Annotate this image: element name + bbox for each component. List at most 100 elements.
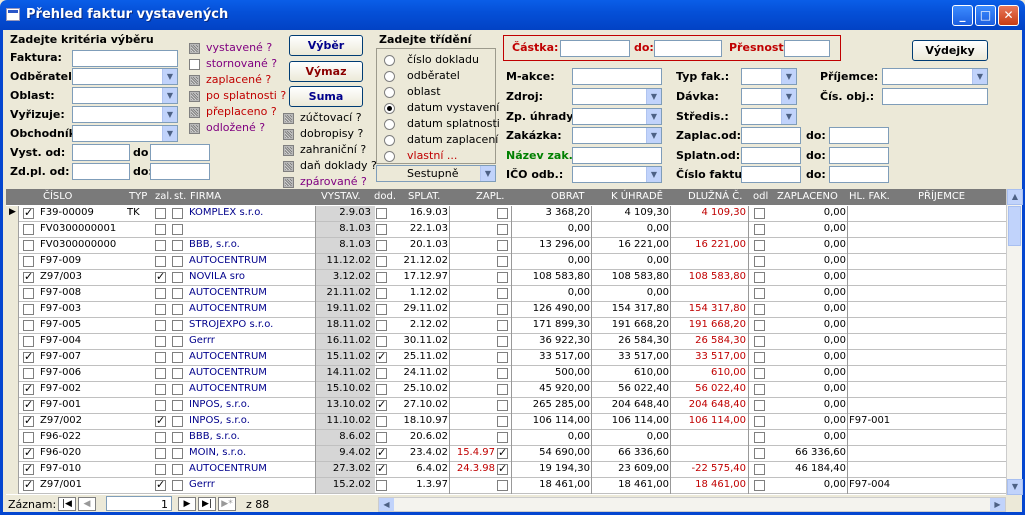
cell-zapl[interactable] xyxy=(451,479,495,493)
cell-splat[interactable]: 27.10.02 xyxy=(394,399,448,413)
cell-k-uhrade[interactable]: 66 336,60 xyxy=(593,447,669,461)
cell-zapl-checkbox[interactable] xyxy=(497,320,508,331)
cell-dod-checkbox[interactable] xyxy=(376,368,387,379)
cell-hl-fak[interactable] xyxy=(849,399,915,413)
cell-zapl-checkbox[interactable] xyxy=(497,208,508,219)
cell-k-uhrade[interactable]: 23 609,00 xyxy=(593,463,669,477)
cell-splat[interactable]: 16.9.03 xyxy=(394,207,448,221)
cell-zapl[interactable] xyxy=(451,239,495,253)
cell-zapl-checkbox[interactable] xyxy=(497,384,508,395)
cell-cislo[interactable]: F39-00009 xyxy=(40,207,122,221)
cell-dluzna[interactable] xyxy=(672,447,746,461)
cell-zal-checkbox[interactable] xyxy=(155,270,166,283)
row-selector[interactable] xyxy=(6,366,19,382)
castka-input[interactable] xyxy=(560,40,630,57)
cell-zapl-checkbox[interactable] xyxy=(497,288,508,299)
sort-radio-datum-splatnosti[interactable] xyxy=(384,119,395,130)
cell-cislo[interactable]: F97-008 xyxy=(40,287,122,301)
cell-cislo[interactable]: F97-001 xyxy=(40,399,122,413)
cell-vystav[interactable]: 21.11.02 xyxy=(316,287,371,301)
cell-odl-checkbox[interactable] xyxy=(754,288,765,299)
row-selector[interactable]: ▶ xyxy=(6,206,19,222)
cell-odl-checkbox[interactable] xyxy=(754,464,765,475)
cell-k-uhrade[interactable]: 26 584,30 xyxy=(593,335,669,349)
table-row[interactable]: Z97/003 NOVILA sro3.12.02 17.12.97 108 583,… xyxy=(6,270,1006,286)
cell-zapl-checkbox[interactable] xyxy=(497,336,508,347)
cell-typ[interactable] xyxy=(127,239,151,253)
cell-splat[interactable]: 24.11.02 xyxy=(394,367,448,381)
cell-odl-checkbox[interactable] xyxy=(754,336,765,347)
cell-vystav[interactable]: 9.4.02 xyxy=(316,447,371,461)
cell-k-uhrade[interactable]: 204 648,40 xyxy=(593,399,669,413)
cell-odl-checkbox[interactable] xyxy=(754,256,765,267)
chevron-down-icon[interactable]: ▼ xyxy=(162,88,177,103)
chevron-down-icon[interactable]: ▼ xyxy=(781,69,796,84)
cell-dluzna[interactable]: 108 583,80 xyxy=(672,271,746,285)
cell-typ[interactable] xyxy=(127,399,151,413)
chevron-down-icon[interactable]: ▼ xyxy=(646,109,661,124)
scroll-left-icon[interactable]: ◀ xyxy=(379,498,394,511)
row-selector[interactable] xyxy=(6,222,19,238)
zaplacene-checkbox[interactable] xyxy=(189,75,200,86)
cell-vystav[interactable]: 2.9.03 xyxy=(316,207,371,221)
zaplac-od-input[interactable] xyxy=(741,127,801,144)
cell-zapl-checkbox[interactable] xyxy=(497,462,508,475)
table-row[interactable]: F96-022 BBB, s.r.o. 8.6.02 20.6.02 0,00 0,00 0… xyxy=(6,430,1006,446)
col-k-uhrade[interactable]: K ÚHRADĚ xyxy=(611,191,663,202)
col-vystav[interactable]: VYSTAV. xyxy=(321,191,361,202)
row-select-checkbox[interactable] xyxy=(23,350,34,363)
cell-hl-fak[interactable] xyxy=(849,367,915,381)
chevron-down-icon[interactable]: ▼ xyxy=(646,167,661,182)
cell-zal-checkbox[interactable] xyxy=(155,368,166,379)
prev-record-button[interactable]: ◀ xyxy=(78,497,96,511)
faktura-input[interactable] xyxy=(72,50,178,67)
cell-zapl[interactable] xyxy=(451,351,495,365)
zakazka-combo[interactable]: ▼ xyxy=(572,127,662,144)
cell-dod-checkbox[interactable] xyxy=(376,350,387,363)
table-row[interactable]: F97-008 AUTOCENTRUM 21.11.02 1.12.02 0,00 0,0… xyxy=(6,286,1006,302)
cell-zaplaceno[interactable]: 0,00 xyxy=(772,239,846,253)
scroll-up-icon[interactable]: ▲ xyxy=(1007,189,1023,205)
sort-direction-combo[interactable]: Sestupně ▼ xyxy=(376,165,496,182)
row-selector[interactable] xyxy=(6,238,19,254)
cell-dluzna[interactable]: 26 584,30 xyxy=(672,335,746,349)
row-selector[interactable] xyxy=(6,334,19,350)
cell-st-checkbox[interactable] xyxy=(172,448,183,459)
cell-k-uhrade[interactable]: 16 221,00 xyxy=(593,239,669,253)
cell-st-checkbox[interactable] xyxy=(172,352,183,363)
cell-vystav[interactable]: 13.10.02 xyxy=(316,399,371,413)
cell-zapl[interactable] xyxy=(451,271,495,285)
chevron-down-icon[interactable]: ▼ xyxy=(972,69,987,84)
davka-combo[interactable]: ▼ xyxy=(741,88,797,105)
cell-dod-checkbox[interactable] xyxy=(376,304,387,315)
cell-obrat[interactable]: 0,00 xyxy=(514,255,590,269)
cell-typ[interactable] xyxy=(127,383,151,397)
cell-zaplaceno[interactable]: 0,00 xyxy=(772,319,846,333)
cell-zapl-checkbox[interactable] xyxy=(497,304,508,315)
cell-zapl-checkbox[interactable] xyxy=(497,224,508,235)
cell-splat[interactable]: 29.11.02 xyxy=(394,303,448,317)
cell-odl-checkbox[interactable] xyxy=(754,320,765,331)
table-row[interactable]: FV0300000001 8.1.03 22.1.03 0,00 0,00 0,00 xyxy=(6,222,1006,238)
cell-zapl[interactable] xyxy=(451,303,495,317)
cell-zal-checkbox[interactable] xyxy=(155,448,166,459)
cell-dluzna[interactable] xyxy=(672,287,746,301)
cell-st-checkbox[interactable] xyxy=(172,336,183,347)
table-row[interactable]: F97-003 AUTOCENTRUM 19.11.02 29.11.02 126 49… xyxy=(6,302,1006,318)
col-splat[interactable]: SPLAT. xyxy=(408,191,440,202)
zdpl-do-input[interactable] xyxy=(150,163,210,180)
cell-odl-checkbox[interactable] xyxy=(754,304,765,315)
zuctovaci-checkbox[interactable] xyxy=(283,113,294,124)
cell-dluzna[interactable]: 154 317,80 xyxy=(672,303,746,317)
cell-st-checkbox[interactable] xyxy=(172,224,183,235)
cell-zapl[interactable] xyxy=(451,399,495,413)
cell-obrat[interactable]: 19 194,30 xyxy=(514,463,590,477)
cell-hl-fak[interactable]: F97-001 xyxy=(849,415,915,429)
cell-obrat[interactable]: 13 296,00 xyxy=(514,239,590,253)
cell-odl-checkbox[interactable] xyxy=(754,480,765,491)
horizontal-scrollbar[interactable]: ◀ ▶ xyxy=(378,497,1006,512)
cell-obrat[interactable]: 106 114,00 xyxy=(514,415,590,429)
cell-zapl-checkbox[interactable] xyxy=(497,400,508,411)
cell-odl-checkbox[interactable] xyxy=(754,416,765,427)
cell-obrat[interactable]: 265 285,00 xyxy=(514,399,590,413)
